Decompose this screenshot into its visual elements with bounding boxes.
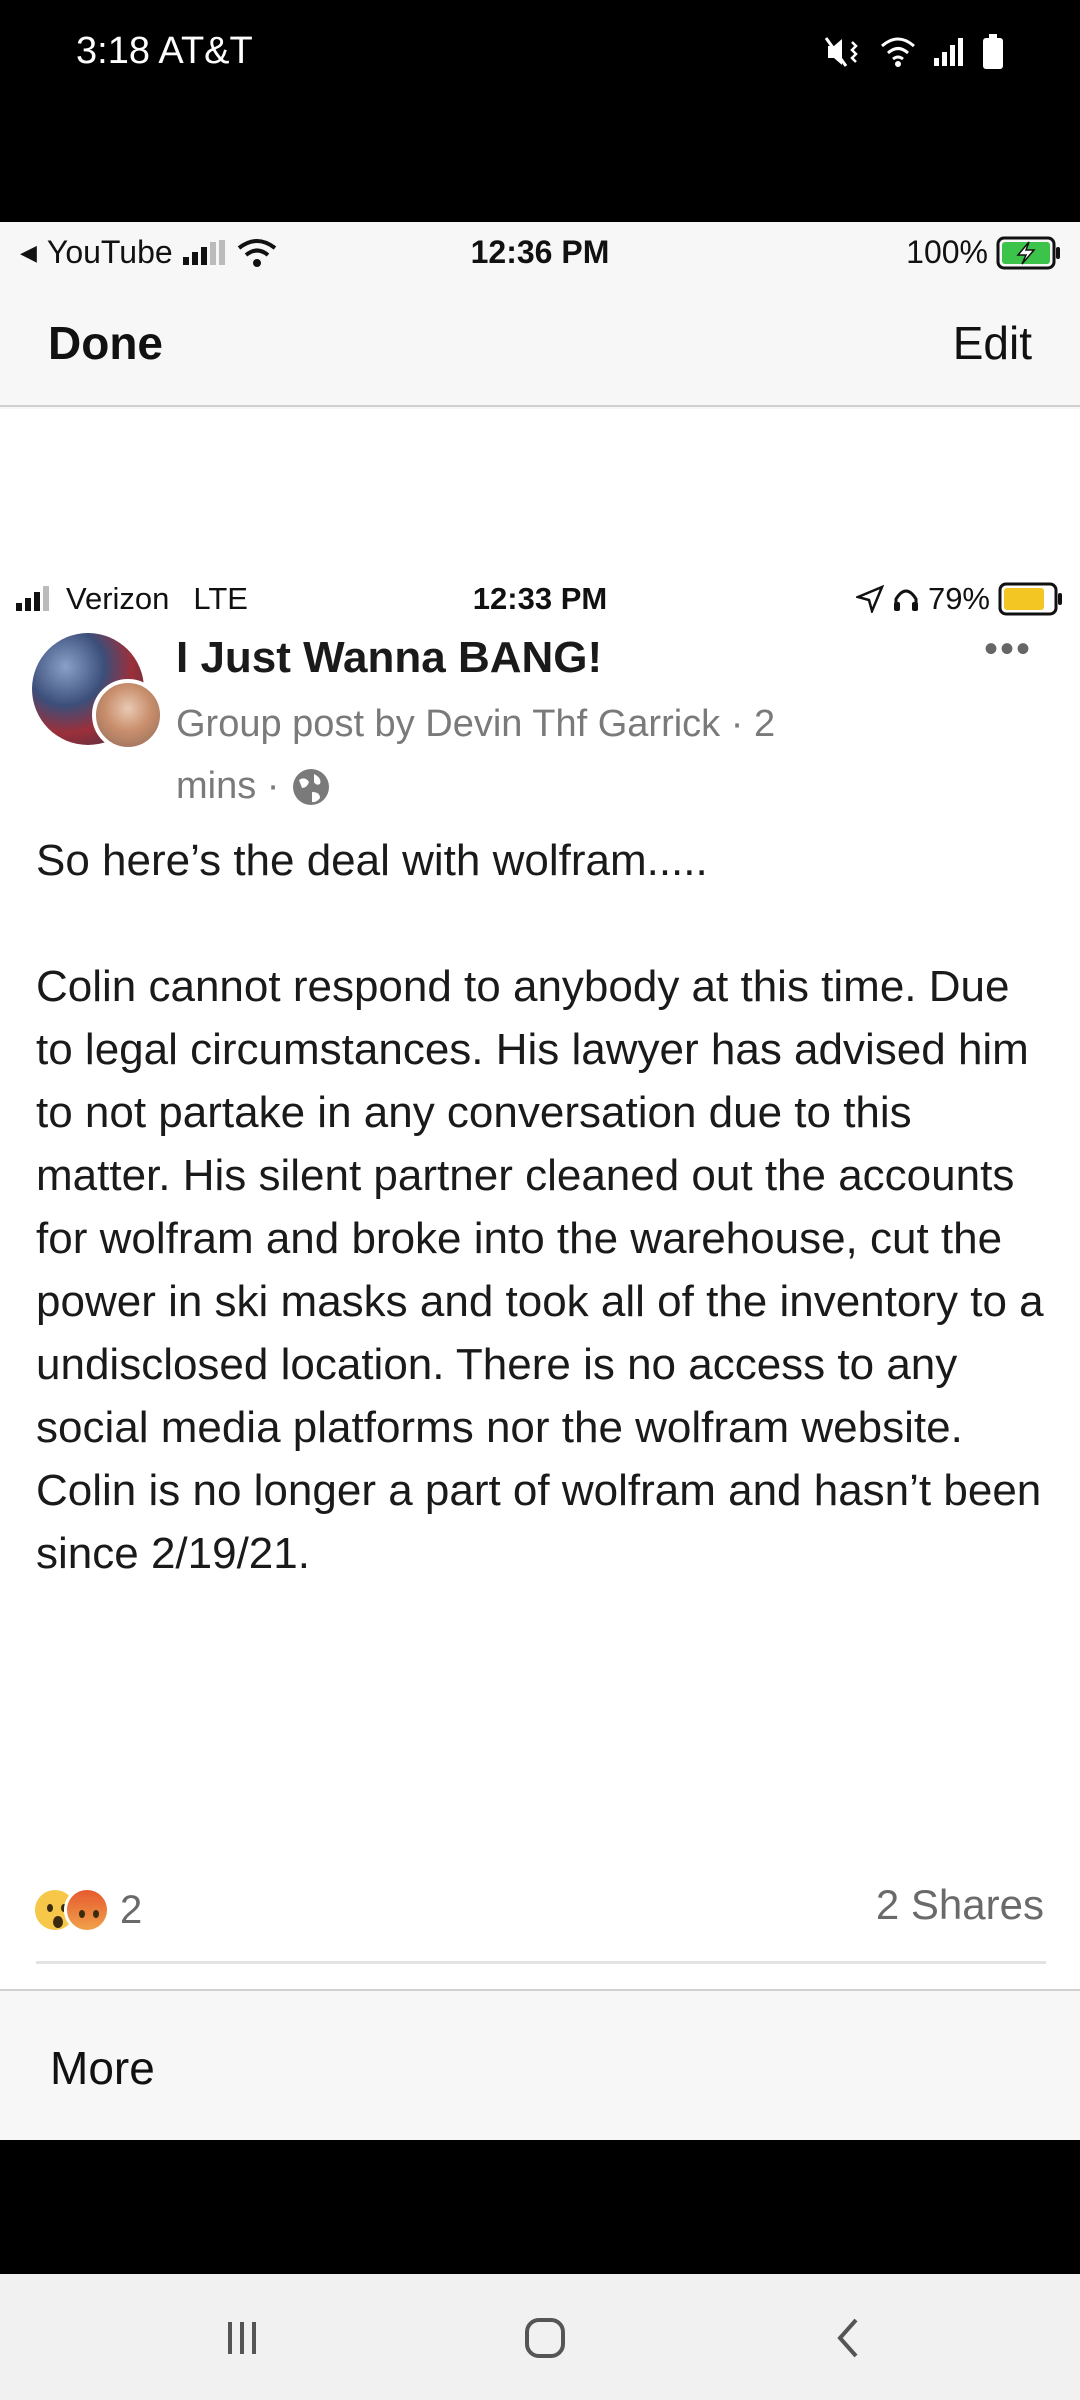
location-arrow-icon [855,585,884,613]
more-options-icon[interactable]: ••• [984,627,1032,672]
reactions-summary[interactable]: 2 [32,1887,142,1933]
post-paragraph: So here’s the deal with wolfram..... [36,836,708,885]
android-status-bar: 3:18 AT&T [0,0,1080,222]
android-nav-bar [0,2274,1080,2400]
mute-vibrate-icon [824,37,858,67]
inner-ios-status-bar: Verizon LTE 12:33 PM 79% [0,569,1080,629]
post-time: mins · [176,765,280,807]
shares-count[interactable]: 2 Shares [876,1881,1044,1929]
edit-button[interactable]: Edit [953,316,1032,370]
headphones-icon [893,589,918,611]
wifi-icon [881,37,915,67]
inner-battery-percent: 79% [927,581,990,616]
done-button[interactable]: Done [48,316,163,370]
post-header: I Just Wanna BANG! ••• Group post by Dev… [32,627,1052,807]
post-meta: Group post by Devin Thf Garrick · 2 mins… [176,693,936,817]
home-icon [525,2318,565,2358]
viewer-bottom-bar: More [0,1989,1080,2140]
user-avatar[interactable] [92,679,164,751]
battery-charging-icon [996,236,1060,269]
signal-icon [934,38,963,66]
back-icon [837,2318,858,2358]
post-author-line: Group post by Devin Thf Garrick · 2 [176,703,776,745]
battery-percent: 100% [906,234,988,270]
battery-low-icon [998,582,1062,616]
android-status-icons [824,34,1004,70]
recent-apps-button[interactable] [202,2310,282,2366]
globe-icon [293,769,330,805]
post-paragraph: Colin cannot respond to anybody at this … [36,962,1044,1578]
ios-status-bar: ◀ YouTube 12:36 PM 100% [0,222,1080,282]
post-body: So here’s the deal with wolfram..... Col… [36,829,1046,1585]
back-button[interactable] [808,2310,888,2366]
more-button[interactable]: More [50,2041,155,2095]
recent-apps-icon [228,2322,256,2354]
screenshot-viewer: ◀ YouTube 12:36 PM 100% Done Edit Verizo… [0,222,1080,2140]
android-time-carrier: 3:18 AT&T [76,30,253,72]
home-button[interactable] [505,2310,585,2366]
captured-screenshot: Verizon LTE 12:33 PM 79% I Just Wanna BA… [0,409,1080,1989]
angry-reaction-icon [64,1887,110,1933]
divider [36,1961,1046,1964]
viewer-nav-bar: Done Edit [0,282,1080,407]
group-name[interactable]: I Just Wanna BANG! [176,633,602,683]
battery-icon [983,34,1003,69]
reaction-count: 2 [120,1887,143,1932]
